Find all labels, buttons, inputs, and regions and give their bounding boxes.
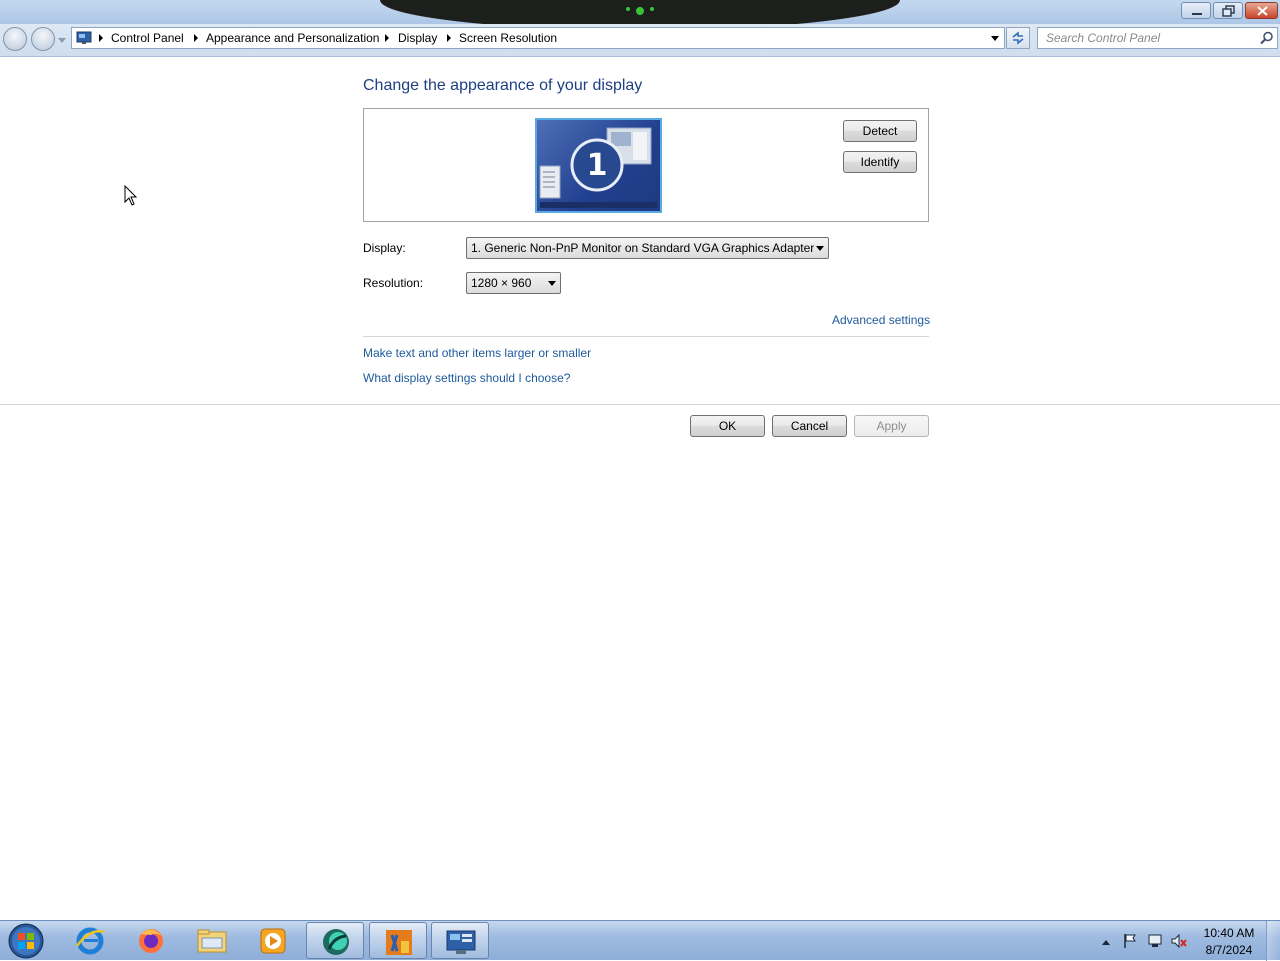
breadcrumb-appearance[interactable]: Appearance and Personalization: [206, 31, 379, 45]
breadcrumb-control-panel[interactable]: Control Panel: [111, 31, 184, 45]
breadcrumb-separator-icon[interactable]: [98, 34, 104, 42]
taskbar-app-orange[interactable]: [369, 922, 427, 959]
chevron-down-icon: [548, 281, 556, 286]
taskbar-control-panel[interactable]: [431, 922, 489, 959]
volume-muted-icon[interactable]: [1171, 933, 1187, 949]
taskbar-file-explorer[interactable]: [183, 922, 241, 959]
search-icon[interactable]: [1260, 31, 1274, 45]
apply-button[interactable]: Apply: [854, 415, 929, 437]
ok-button[interactable]: OK: [690, 415, 765, 437]
restore-icon: [1222, 5, 1235, 17]
taskbar-app-green[interactable]: [306, 922, 364, 959]
divider: [0, 404, 1280, 405]
clock-date[interactable]: 8/7/2024: [1196, 943, 1262, 957]
network-icon[interactable]: [1147, 933, 1163, 949]
address-bar[interactable]: Control Panel Appearance and Personaliza…: [71, 27, 1005, 49]
app-orange-icon: [386, 930, 412, 955]
advanced-settings-link[interactable]: Advanced settings: [832, 313, 930, 327]
chevron-down-icon: [816, 246, 824, 251]
show-hidden-icons-icon[interactable]: [1101, 938, 1111, 946]
breadcrumb-separator-icon[interactable]: [384, 34, 390, 42]
refresh-button[interactable]: [1006, 27, 1030, 49]
minimize-button[interactable]: [1181, 2, 1211, 19]
navigation-bar: Control Panel Appearance and Personaliza…: [0, 24, 1280, 57]
taskbar: 10:40 AM 8/7/2024: [0, 920, 1280, 961]
start-button[interactable]: [7, 922, 45, 960]
action-center-flag-icon[interactable]: [1122, 933, 1138, 949]
address-history-dropdown-icon[interactable]: [990, 34, 1000, 42]
restore-button[interactable]: [1213, 2, 1243, 19]
display-label: Display:: [363, 241, 406, 255]
search-input[interactable]: Search Control Panel: [1037, 27, 1278, 49]
monitor-arrangement-panel: 1 Detect Identify: [363, 108, 929, 222]
display-settings-help-link[interactable]: What display settings should I choose?: [363, 371, 570, 385]
taskbar-media-player[interactable]: [244, 922, 302, 959]
monitor-preview-graphic: 1: [539, 127, 657, 208]
cancel-button[interactable]: Cancel: [772, 415, 847, 437]
back-button[interactable]: [3, 27, 27, 51]
close-button[interactable]: [1245, 2, 1278, 19]
recent-pages-dropdown-icon[interactable]: [58, 36, 66, 44]
taskbar-firefox[interactable]: [122, 922, 180, 959]
mouse-cursor-icon: [124, 185, 138, 206]
title-bar: [0, 0, 1280, 30]
close-icon: [1257, 6, 1268, 16]
resolution-label: Resolution:: [363, 276, 424, 290]
clock-time[interactable]: 10:40 AM: [1196, 926, 1262, 940]
display-select-value: 1. Generic Non-PnP Monitor on Standard V…: [471, 241, 815, 255]
divider: [363, 336, 929, 337]
refresh-icon: [1012, 31, 1024, 45]
breadcrumb-separator-icon[interactable]: [193, 34, 199, 42]
taskbar-internet-explorer[interactable]: [61, 922, 119, 959]
detect-button[interactable]: Detect: [843, 120, 917, 142]
forward-button[interactable]: [31, 27, 55, 51]
search-placeholder: Search Control Panel: [1046, 31, 1161, 45]
minimize-icon: [1192, 13, 1202, 15]
app-green-icon: [323, 929, 349, 955]
file-explorer-icon: [197, 929, 227, 953]
control-panel-icon: [446, 930, 476, 954]
resolution-select-value: 1280 × 960: [471, 276, 532, 290]
identify-button[interactable]: Identify: [843, 151, 917, 173]
breadcrumb-screen-resolution[interactable]: Screen Resolution: [459, 31, 557, 45]
breadcrumb-separator-icon[interactable]: [446, 34, 452, 42]
page-title: Change the appearance of your display: [363, 77, 643, 94]
display-select[interactable]: 1. Generic Non-PnP Monitor on Standard V…: [466, 237, 829, 259]
resolution-select[interactable]: 1280 × 960: [466, 272, 561, 294]
monitor-number: 1: [587, 148, 608, 183]
firefox-icon: [139, 929, 163, 953]
title-glow-decoration: [626, 7, 654, 15]
control-panel-icon: [76, 31, 92, 44]
internet-explorer-icon: [75, 927, 105, 955]
media-player-icon: [260, 928, 286, 954]
text-size-link[interactable]: Make text and other items larger or smal…: [363, 346, 591, 360]
show-desktop-button[interactable]: [1266, 921, 1280, 961]
monitor-1-thumbnail[interactable]: 1: [535, 118, 662, 213]
breadcrumb-display[interactable]: Display: [398, 31, 437, 45]
